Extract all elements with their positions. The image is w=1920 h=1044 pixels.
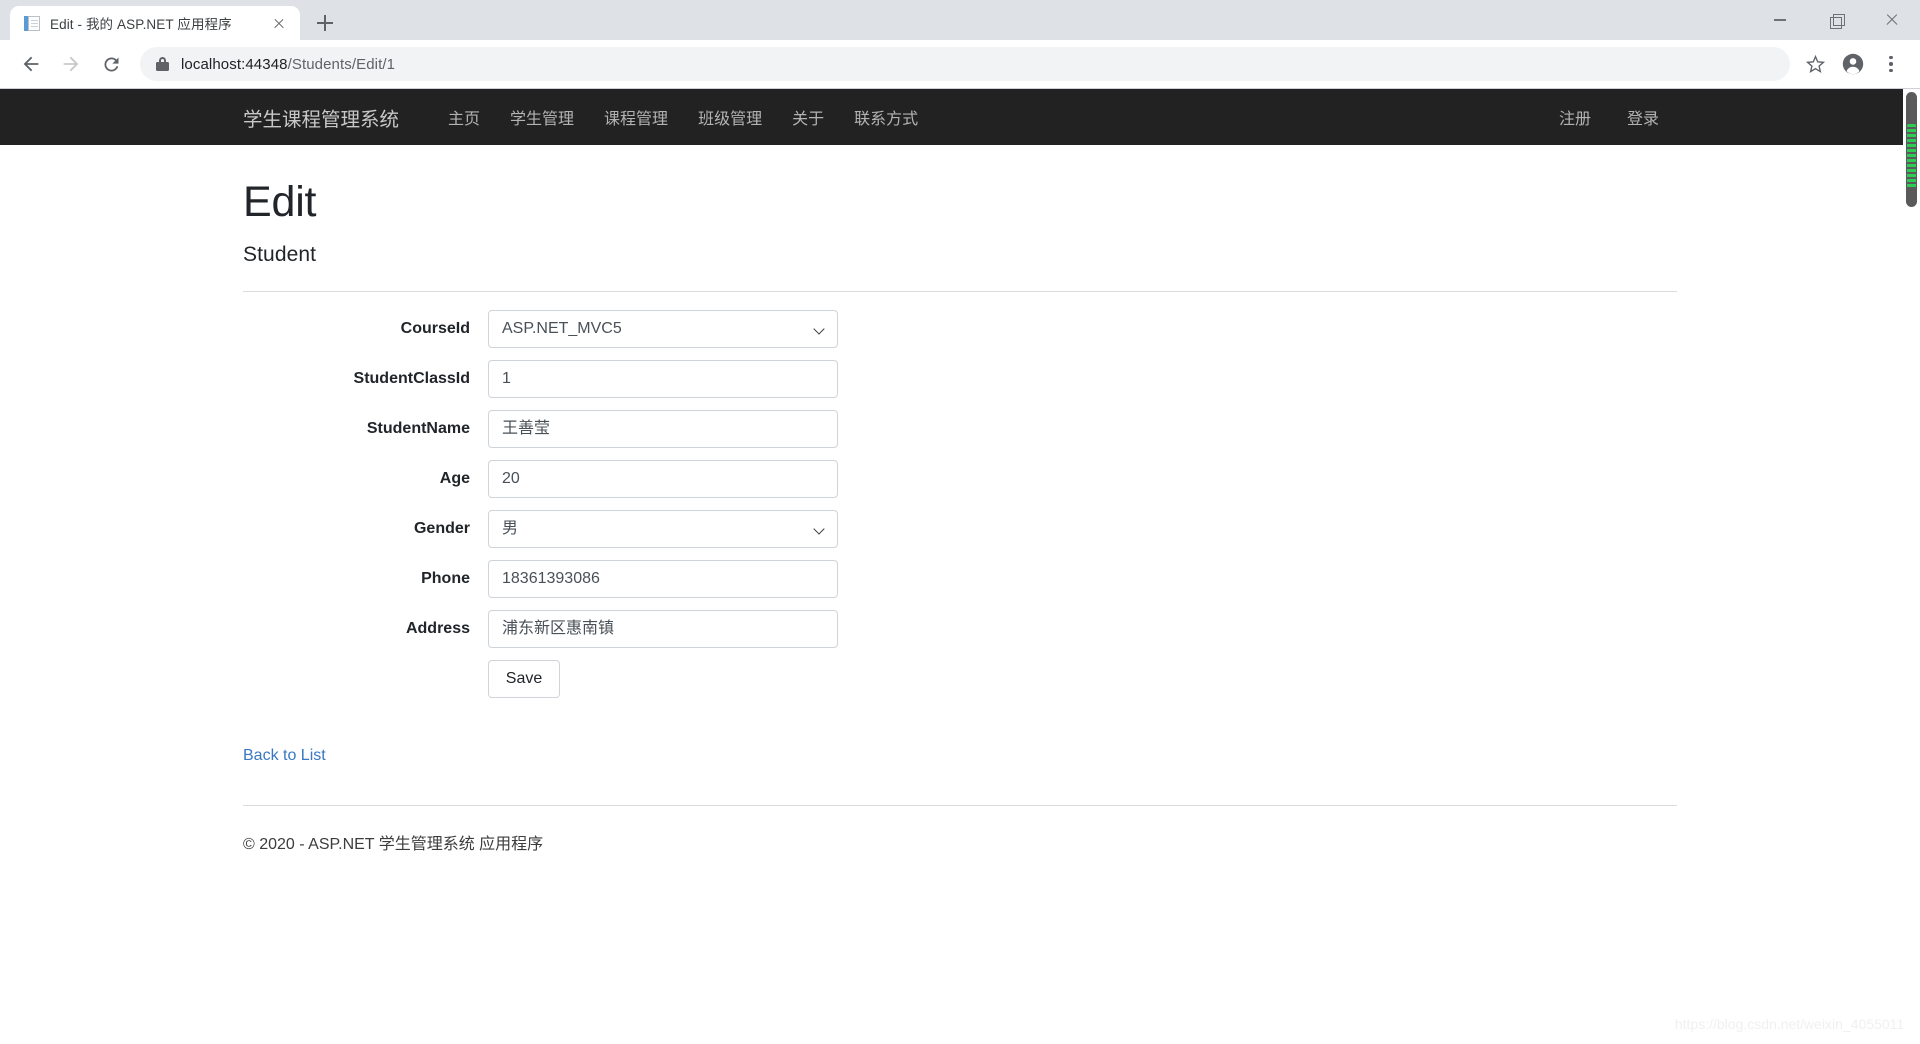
watermark: https://blog.csdn.net/weixin_40550118 <box>1674 1016 1912 1032</box>
window-controls <box>1752 0 1920 40</box>
label-courseid: CourseId <box>400 319 470 337</box>
footer-text: © 2020 - ASP.NET 学生管理系统 应用程序 <box>243 835 544 853</box>
tab-title: Edit - 我的 ASP.NET 应用程序 <box>50 17 232 32</box>
nav-link-register[interactable]: 注册 <box>1541 105 1609 129</box>
browser-chrome: Edit - 我的 ASP.NET 应用程序 localhost:44348/S… <box>0 0 1920 89</box>
label-address: Address <box>405 619 470 637</box>
url-path: /Students/Edit/1 <box>287 55 396 73</box>
nav-link-login[interactable]: 登录 <box>1609 105 1677 129</box>
field-wrap-age: 20 <box>488 459 838 498</box>
input-phone[interactable]: 18361393086 <box>488 559 838 598</box>
profile-avatar-icon <box>1842 53 1864 75</box>
back-to-list-link[interactable]: Back to List <box>243 747 326 765</box>
input-studentclassid[interactable]: 1 <box>488 359 838 398</box>
nav-link-classes[interactable]: 班级管理 <box>683 105 777 129</box>
form-row-courseid: CourseId ASP.NET_MVC5 <box>243 309 1677 348</box>
site-nav-links: 主页 学生管理 课程管理 班级管理 关于 联系方式 <box>433 105 933 129</box>
main-content: Edit Student CourseId ASP.NET_MVC5 Stude… <box>243 145 1677 854</box>
input-age[interactable]: 20 <box>488 459 838 498</box>
document-icon <box>24 15 41 32</box>
address-bar[interactable]: localhost:44348/Students/Edit/1 <box>140 47 1790 81</box>
browser-toolbar: localhost:44348/Students/Edit/1 <box>0 40 1920 88</box>
reload-icon <box>103 56 118 71</box>
form-row-save: Save <box>243 659 1677 698</box>
scrollbar-highlight <box>1907 124 1916 188</box>
form-row-gender: Gender 男 <box>243 509 1677 548</box>
nav-link-contact[interactable]: 联系方式 <box>839 105 933 129</box>
select-courseid[interactable]: ASP.NET_MVC5 <box>488 309 838 348</box>
input-studentname[interactable]: 王善莹 <box>488 409 838 448</box>
page-viewport: 学生课程管理系统 主页 学生管理 课程管理 班级管理 关于 联系方式 注册 登录… <box>0 89 1920 1044</box>
field-wrap-studentclassid: 1 <box>488 359 838 398</box>
back-button[interactable] <box>12 45 50 83</box>
minimize-button[interactable] <box>1752 0 1808 40</box>
nav-link-home[interactable]: 主页 <box>433 105 495 129</box>
close-icon <box>1885 13 1899 27</box>
nav-link-students[interactable]: 学生管理 <box>495 105 589 129</box>
input-address[interactable]: 浦东新区惠南镇 <box>488 609 838 648</box>
field-wrap-courseid: ASP.NET_MVC5 <box>488 309 838 348</box>
scrollbar-thumb[interactable] <box>1906 92 1917 207</box>
maximize-button[interactable] <box>1808 0 1864 40</box>
student-edit-form: CourseId ASP.NET_MVC5 StudentClassId 1 S… <box>243 292 1677 698</box>
window-close-button[interactable] <box>1864 0 1920 40</box>
form-row-address: Address 浦东新区惠南镇 <box>243 609 1677 648</box>
lock-icon <box>156 56 169 72</box>
site-brand[interactable]: 学生课程管理系统 <box>243 103 399 132</box>
select-gender[interactable]: 男 <box>488 509 838 548</box>
label-studentclassid: StudentClassId <box>353 369 470 387</box>
site-navbar: 学生课程管理系统 主页 学生管理 课程管理 班级管理 关于 联系方式 注册 登录 <box>0 89 1920 145</box>
close-icon[interactable] <box>268 12 290 34</box>
field-wrap-studentname: 王善莹 <box>488 409 838 448</box>
form-row-phone: Phone 18361393086 <box>243 559 1677 598</box>
three-dot-menu-icon[interactable] <box>1874 45 1908 83</box>
field-wrap-phone: 18361393086 <box>488 559 838 598</box>
label-age: Age <box>439 469 470 487</box>
site-nav-auth: 注册 登录 <box>1541 105 1677 129</box>
save-button[interactable]: Save <box>488 659 560 698</box>
profile-button[interactable] <box>1834 45 1872 83</box>
star-icon <box>1805 54 1825 73</box>
url-host: localhost:44348 <box>181 55 288 73</box>
nav-link-courses[interactable]: 课程管理 <box>589 105 683 129</box>
nav-link-about[interactable]: 关于 <box>777 105 839 129</box>
forward-button[interactable] <box>52 45 90 83</box>
reload-button[interactable] <box>92 45 130 83</box>
field-wrap-address: 浦东新区惠南镇 <box>488 609 838 648</box>
new-tab-button[interactable] <box>310 8 340 38</box>
page-scrollbar[interactable] <box>1903 89 1920 1044</box>
page-title: Edit <box>243 178 317 226</box>
form-row-studentname: StudentName 王善莹 <box>243 409 1677 448</box>
url-text: localhost:44348/Students/Edit/1 <box>181 56 395 73</box>
bookmark-button[interactable] <box>1798 47 1832 81</box>
browser-tab[interactable]: Edit - 我的 ASP.NET 应用程序 <box>10 6 300 40</box>
field-wrap-gender: 男 <box>488 509 838 548</box>
page-subtitle: Student <box>243 242 317 266</box>
label-gender: Gender <box>413 519 470 537</box>
label-phone: Phone <box>421 569 470 587</box>
restore-icon <box>1829 13 1845 29</box>
label-studentname: StudentName <box>366 419 470 437</box>
minimize-icon <box>1774 19 1786 21</box>
form-row-age: Age 20 <box>243 459 1677 498</box>
tab-strip: Edit - 我的 ASP.NET 应用程序 <box>0 0 1920 40</box>
forward-arrow-icon <box>63 56 79 72</box>
form-row-studentclassid: StudentClassId 1 <box>243 359 1677 398</box>
back-arrow-icon <box>23 56 39 72</box>
